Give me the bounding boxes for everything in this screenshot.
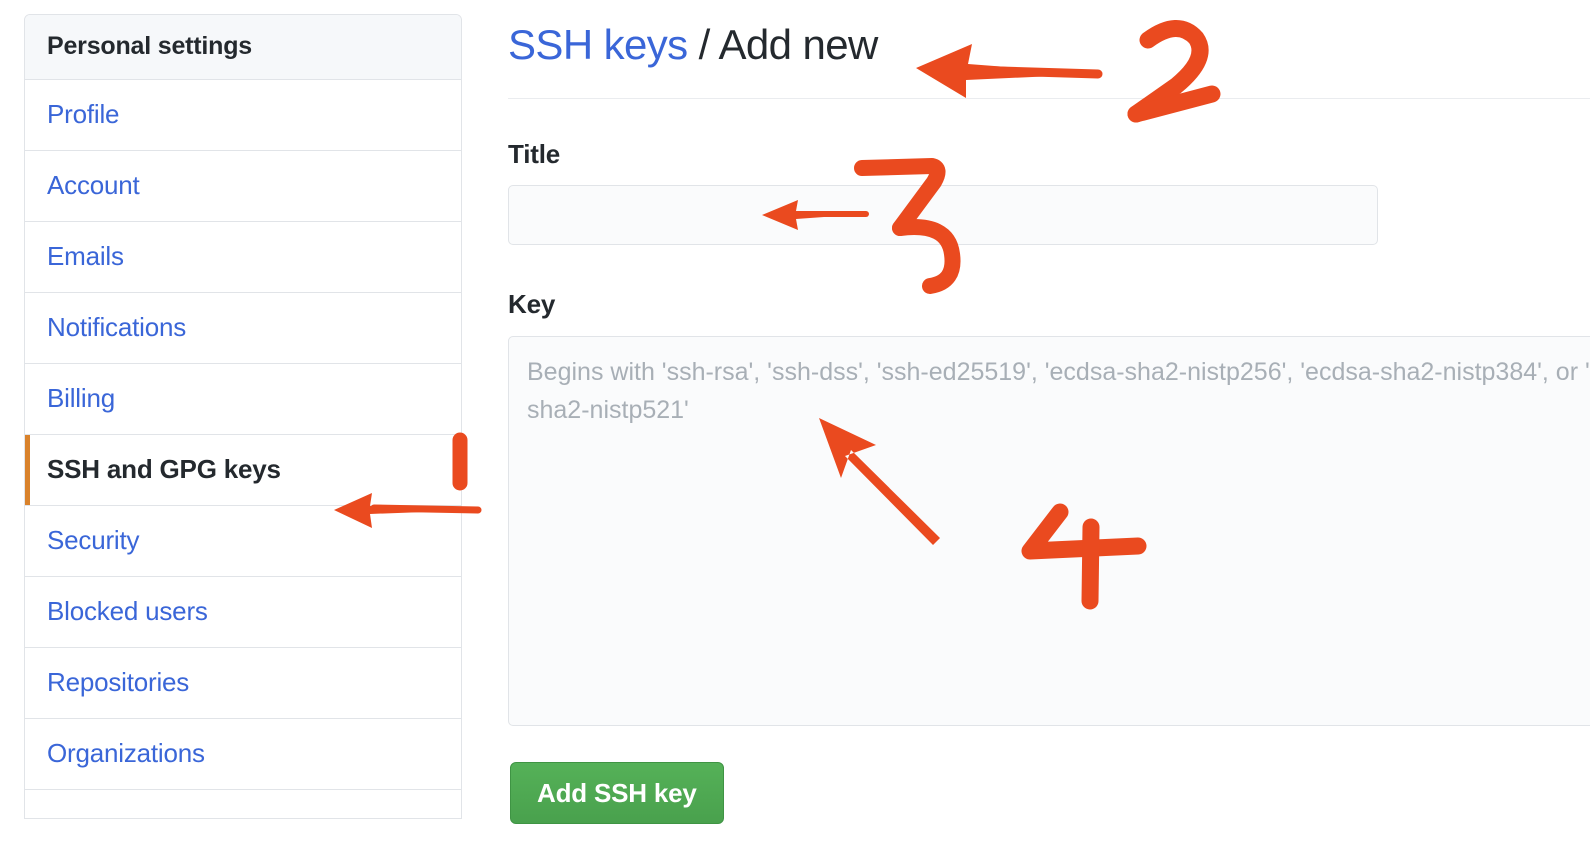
breadcrumb-ssh-keys-link[interactable]: SSH keys bbox=[508, 21, 688, 68]
personal-settings-sidebar: Personal settings Profile Account Emails… bbox=[24, 14, 462, 819]
breadcrumb-current: Add new bbox=[718, 21, 878, 68]
sidebar-item-label: Billing bbox=[47, 383, 115, 413]
sidebar-item-security[interactable]: Security bbox=[25, 506, 461, 577]
sidebar-item-blocked-users[interactable]: Blocked users bbox=[25, 577, 461, 648]
sidebar-item-account[interactable]: Account bbox=[25, 151, 461, 222]
sidebar-item-label: Repositories bbox=[47, 667, 190, 697]
sidebar-item-notifications[interactable]: Notifications bbox=[25, 293, 461, 364]
key-field-label: Key bbox=[508, 289, 556, 319]
key-textarea[interactable] bbox=[508, 336, 1590, 726]
sidebar-item-label: SSH and GPG keys bbox=[47, 454, 281, 484]
page-title: SSH keys / Add new bbox=[508, 21, 878, 68]
add-ssh-key-button[interactable]: Add SSH key bbox=[510, 762, 724, 824]
sidebar-item-profile[interactable]: Profile bbox=[25, 80, 461, 151]
breadcrumb-separator: / bbox=[687, 21, 719, 68]
settings-page: Personal settings Profile Account Emails… bbox=[0, 0, 1590, 862]
sidebar-item-label: Emails bbox=[47, 241, 124, 271]
sidebar-item-cut-off[interactable] bbox=[25, 790, 461, 818]
sidebar-item-billing[interactable]: Billing bbox=[25, 364, 461, 435]
title-field-label: Title bbox=[508, 139, 560, 169]
sidebar-item-label: Organizations bbox=[47, 738, 205, 768]
sidebar-item-ssh-and-gpg-keys[interactable]: SSH and GPG keys bbox=[25, 435, 461, 506]
title-input[interactable] bbox=[508, 185, 1378, 245]
sidebar-item-organizations[interactable]: Organizations bbox=[25, 719, 461, 790]
sidebar-item-emails[interactable]: Emails bbox=[25, 222, 461, 293]
main-content: SSH keys / Add new Title Key Add SSH key bbox=[508, 0, 1590, 862]
title-divider bbox=[508, 98, 1590, 99]
sidebar-item-label: Blocked users bbox=[47, 596, 208, 626]
sidebar-item-label: Security bbox=[47, 525, 140, 555]
sidebar-header: Personal settings bbox=[25, 15, 461, 80]
sidebar-item-label: Notifications bbox=[47, 312, 187, 342]
sidebar-item-label: Account bbox=[47, 170, 140, 200]
sidebar-item-label: Profile bbox=[47, 99, 120, 129]
sidebar-item-repositories[interactable]: Repositories bbox=[25, 648, 461, 719]
